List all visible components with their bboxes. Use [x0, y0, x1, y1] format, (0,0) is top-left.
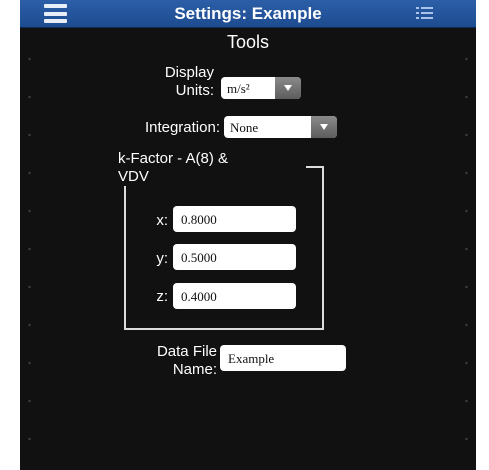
- integration-value: None: [230, 120, 259, 135]
- data-file-name-label-line2: Name:: [172, 361, 217, 378]
- data-file-name-label: Data File Name:: [140, 343, 217, 379]
- top-bar: Settings: Example: [20, 0, 476, 28]
- page-title: Settings: Example: [174, 4, 322, 23]
- display-units-value: m/s²: [227, 81, 250, 96]
- display-units-label-line1: Display: [164, 64, 214, 81]
- dropdown-arrow-icon[interactable]: [311, 116, 337, 138]
- k-factor-legend-line2: VDV: [118, 168, 149, 185]
- integration-select[interactable]: None: [224, 116, 337, 138]
- integration-label: Integration:: [144, 119, 220, 136]
- k-factor-x-label: x:: [156, 212, 168, 229]
- list-icon[interactable]: [416, 6, 433, 20]
- k-factor-legend-line1: k-Factor - A(8) &: [118, 150, 229, 167]
- k-factor-z-input[interactable]: 0.4000: [173, 283, 296, 309]
- display-units-select[interactable]: m/s²: [221, 77, 301, 99]
- k-factor-z-label: z:: [156, 288, 168, 305]
- data-file-name-label-line1: Data File: [156, 343, 217, 360]
- app-frame: Settings: Example Tools Display Units: m…: [20, 0, 476, 470]
- display-units-label-line2: Units:: [175, 82, 214, 99]
- k-factor-y-input[interactable]: 0.5000: [173, 244, 296, 270]
- k-factor-legend: k-Factor - A(8) & VDV: [112, 150, 306, 186]
- page-subtitle: Tools: [226, 32, 270, 52]
- data-file-name-input[interactable]: Example: [220, 345, 346, 371]
- k-factor-x-input[interactable]: 0.8000: [173, 206, 296, 232]
- k-factor-y-label: y:: [156, 250, 168, 267]
- dropdown-arrow-icon[interactable]: [275, 77, 301, 99]
- display-units-label: Display Units:: [130, 64, 214, 100]
